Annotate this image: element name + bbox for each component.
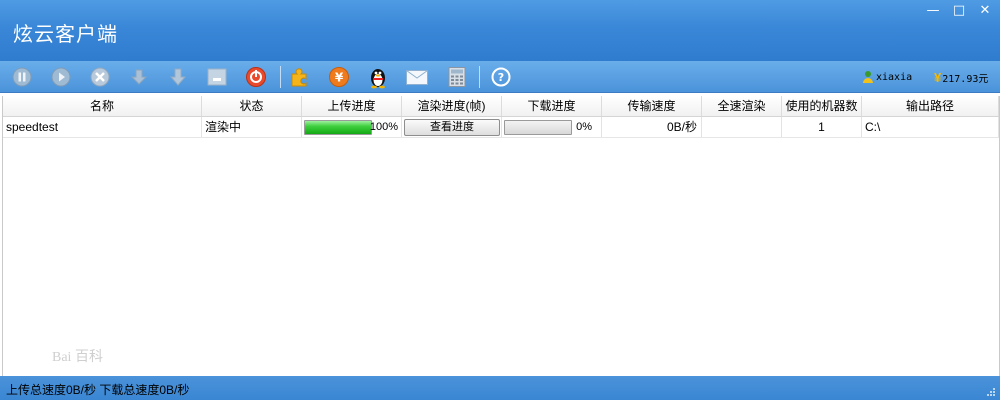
plugin-button[interactable] [288,65,312,89]
user-name: xiaxia [876,71,913,83]
user-info[interactable]: xiaxia [862,69,912,85]
recharge-button[interactable]: ¥ [327,65,351,89]
task-table: 名称 状态 上传进度 渲染进度(帧) 下载进度 传输速度 全速渲染 使用的机器数… [2,96,1000,376]
download-progress-text: 0% [576,121,592,133]
play-icon [51,67,71,87]
column-header-output-path[interactable]: 输出路径 [862,96,999,116]
svg-text:¥: ¥ [335,71,344,85]
toolbar-separator [280,66,281,88]
qq-button[interactable] [366,65,390,89]
power-button[interactable] [244,65,268,89]
calculator-button[interactable] [445,65,469,89]
upload-progress-text: 100% [369,121,398,133]
task-name: speedtest [3,117,202,137]
help-icon: ? [491,67,511,87]
transfer-speed: 0B/秒 [602,117,702,137]
mail-icon [406,70,428,85]
help-button[interactable]: ? [489,65,513,89]
download-button[interactable] [166,65,190,89]
machines-used: 1 [782,117,862,137]
yen-icon: ¥ [934,69,942,85]
column-header-upload-progress[interactable]: 上传进度 [302,96,402,116]
upload-progress-bar [304,120,372,135]
table-row[interactable]: speedtest 渲染中 100% 查看进度 0% 0B/秒 1 C:\ [3,117,999,138]
add-box-icon [207,68,227,86]
balance-amount: 217.93元 [942,73,989,85]
download-progress-cell: 0% [502,117,602,137]
column-header-download-progress[interactable]: 下载进度 [502,96,602,116]
upload-progress-fill [305,121,371,134]
status-bar: 上传总速度0B/秒 下载总速度0B/秒 [0,376,1000,400]
yen-recharge-icon: ¥ [329,67,349,87]
column-header-machines[interactable]: 使用的机器数 [782,96,862,116]
account-balance[interactable]: ¥ 217.93元 [934,69,988,85]
column-header-full-speed[interactable]: 全速渲染 [702,96,782,116]
column-header-name[interactable]: 名称 [3,96,202,116]
upload-progress-cell: 100% [302,117,402,137]
power-icon [246,67,266,87]
app-title: 炫云客户端 [13,22,118,46]
toolbar: ¥ ? xiaxia ¥ 217.93元 [0,61,1000,93]
download-progress-bar [504,120,572,135]
maximize-button[interactable]: □ [948,3,970,19]
delete-icon [90,67,110,87]
svg-text:?: ? [498,71,504,84]
render-progress-cell: 查看进度 [402,117,502,137]
download-arrow-icon [169,68,187,86]
play-button[interactable] [49,65,73,89]
mail-button[interactable] [405,65,429,89]
qq-penguin-icon [371,69,385,89]
watermark: Bai 百科 [52,350,103,365]
upload-button[interactable] [127,65,151,89]
user-icon [863,71,873,83]
task-status: 渲染中 [202,117,302,137]
calculator-icon [448,67,466,87]
pause-icon [12,67,32,87]
table-header: 名称 状态 上传进度 渲染进度(帧) 下载进度 传输速度 全速渲染 使用的机器数… [3,96,999,117]
puzzle-plugin-icon [291,68,307,87]
total-speed-status: 上传总速度0B/秒 下载总速度0B/秒 [6,383,190,397]
delete-button[interactable] [88,65,112,89]
title-bar: 炫云客户端 — □ ✕ [0,0,1000,61]
minimize-button[interactable]: — [922,3,944,19]
add-task-button[interactable] [205,65,229,89]
view-progress-button[interactable]: 查看进度 [404,119,500,136]
column-header-status[interactable]: 状态 [202,96,302,116]
column-header-render-progress[interactable]: 渲染进度(帧) [402,96,502,116]
toolbar-separator [479,66,480,88]
pause-button[interactable] [10,65,34,89]
full-speed-render [702,117,782,137]
output-path: C:\ [862,117,999,137]
column-header-transfer-speed[interactable]: 传输速度 [602,96,702,116]
close-button[interactable]: ✕ [974,3,996,19]
resize-grip-icon[interactable] [986,387,996,397]
upload-hand-icon [130,69,148,85]
